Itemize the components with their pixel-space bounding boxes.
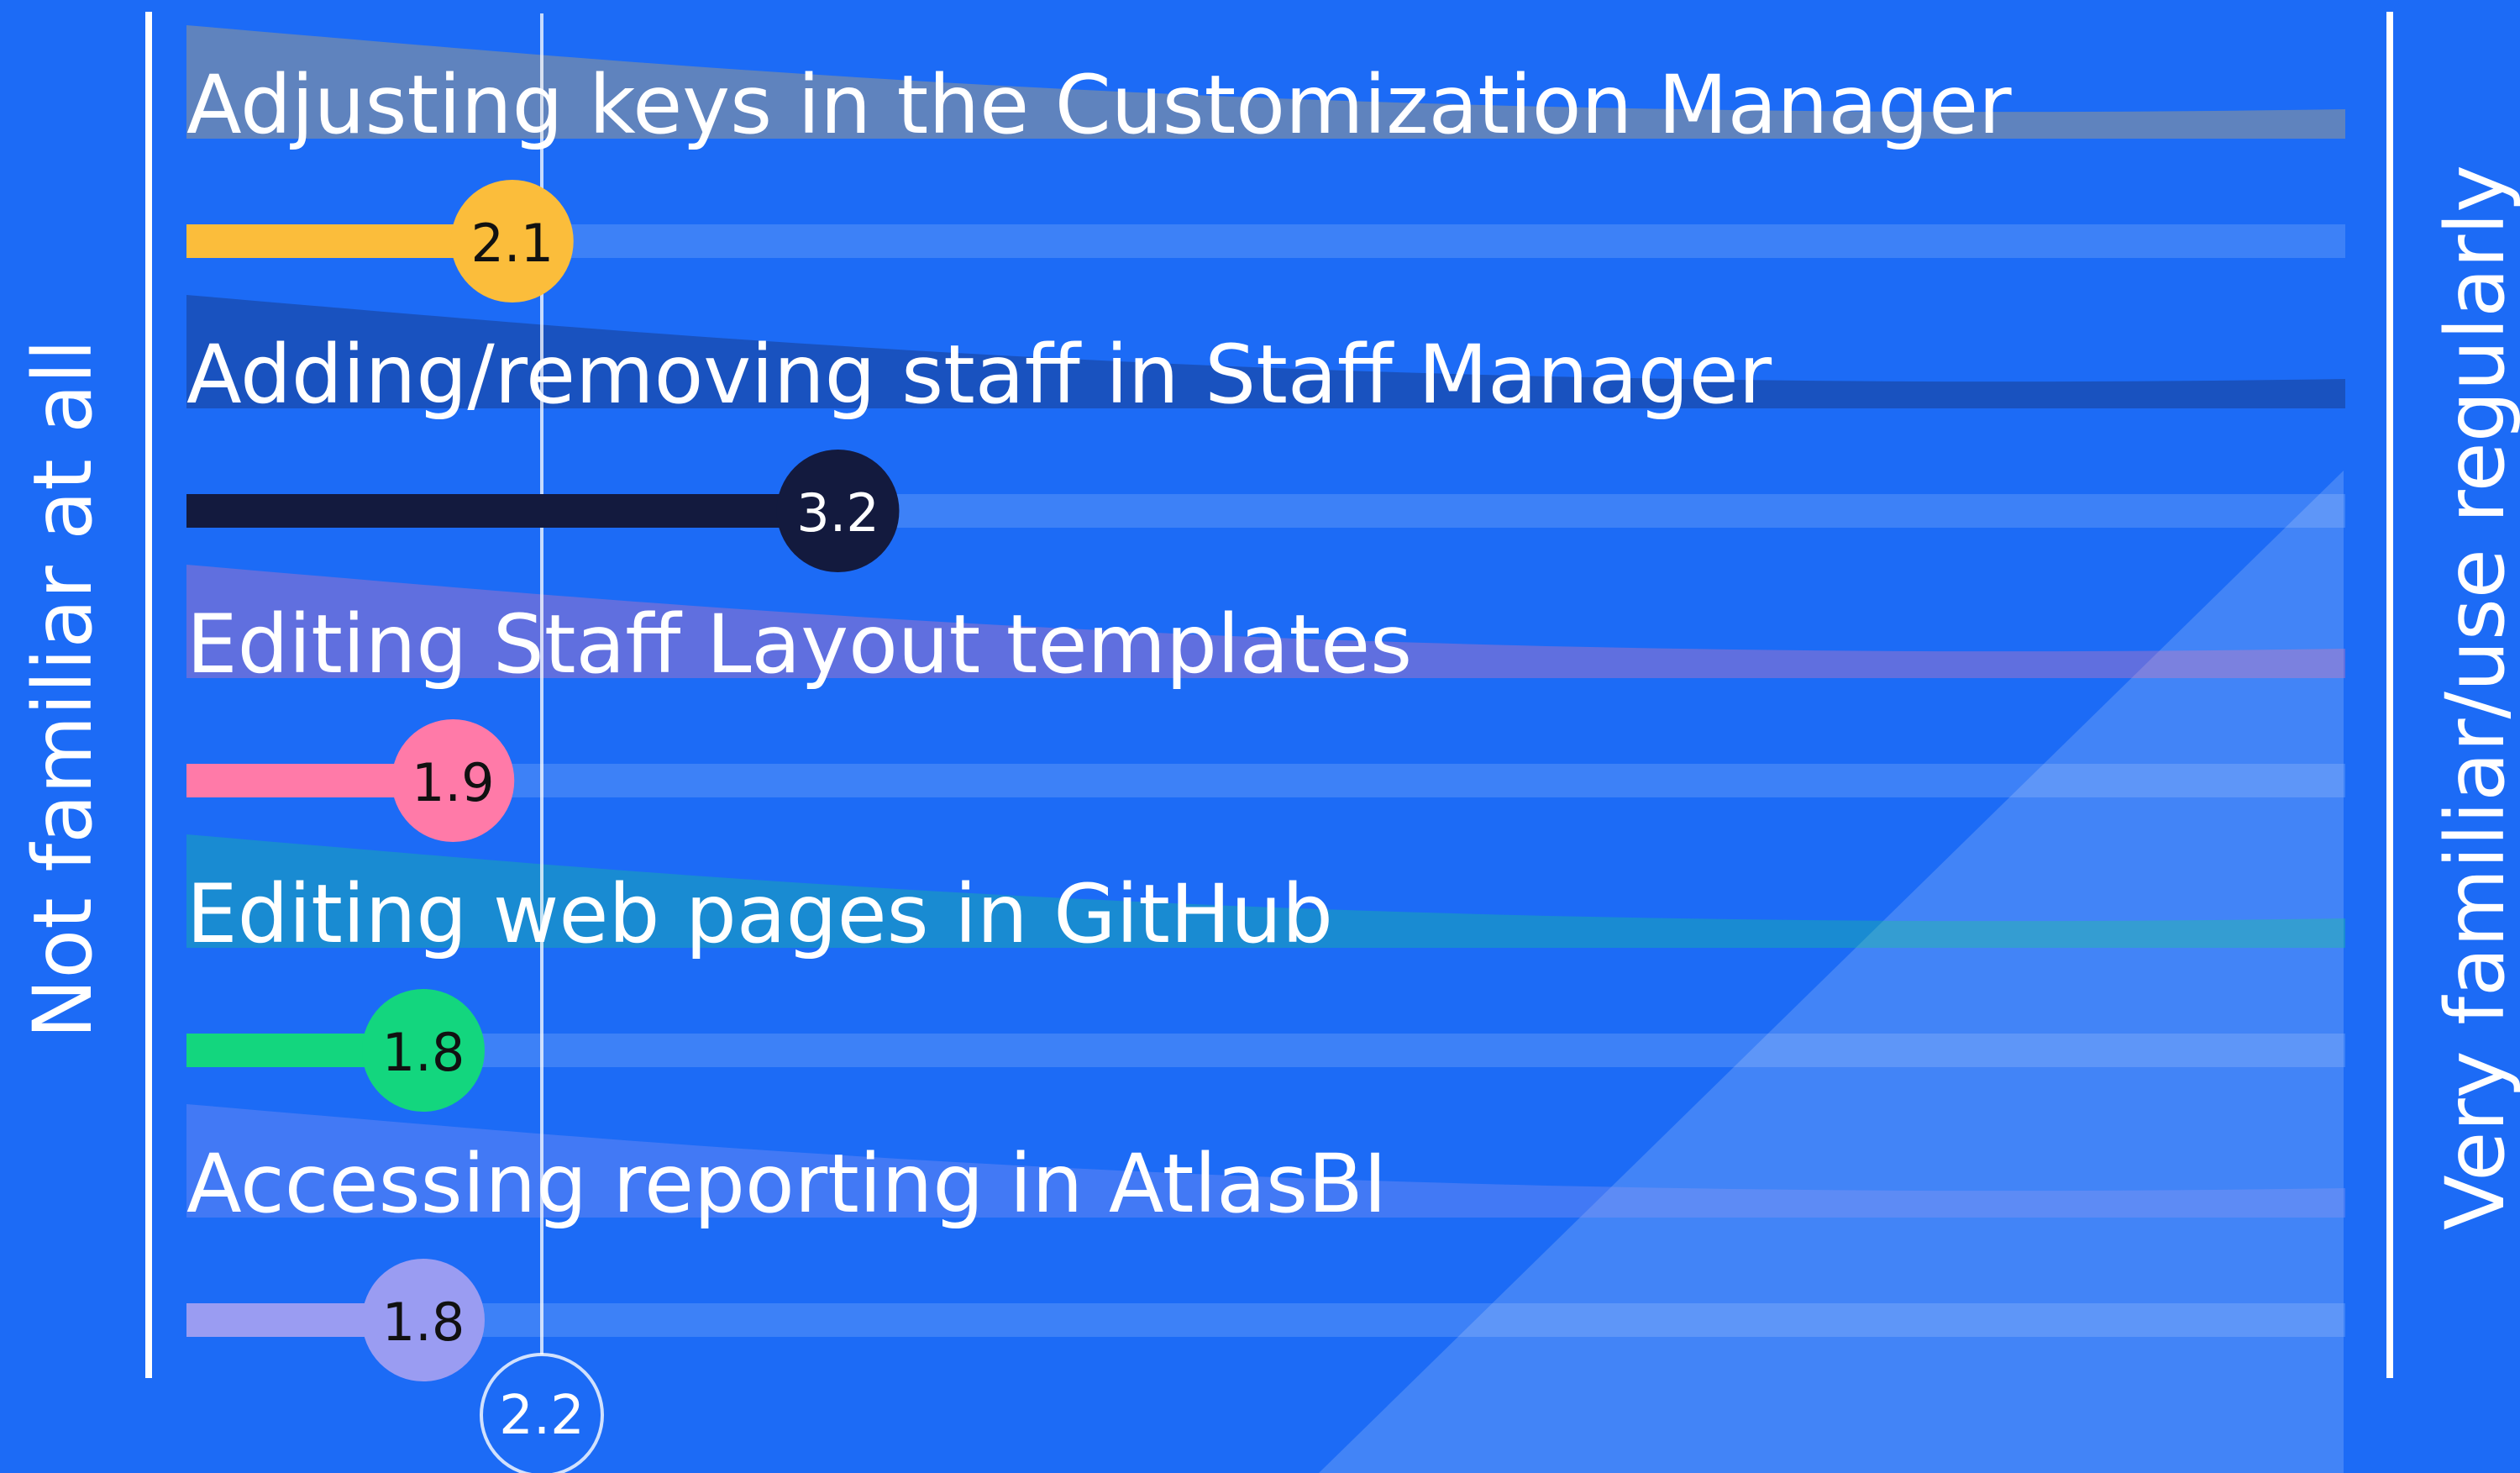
bar	[186, 494, 838, 528]
bar-track	[186, 1034, 2345, 1067]
x-min-label: Not familiar at all	[16, 339, 110, 1039]
category-label: Editing Staff Layout templates	[186, 597, 1412, 692]
familiarity-chart: 2.2 2.1 3.2 1.9 1.8 1.8 Adjusting keys in th…	[16, 12, 2520, 1473]
value-label: 3.2	[796, 482, 879, 544]
value-label: 2.1	[470, 213, 554, 274]
value-label: 1.8	[382, 1022, 465, 1083]
value-label: 1.8	[382, 1292, 465, 1353]
reference-label: 2.2	[499, 1385, 585, 1447]
category-label: Editing web pages in GitHub	[186, 867, 1333, 961]
category-label: Accessing reporting in AtlasBI	[186, 1137, 1387, 1231]
category-label: Adding/removing staff in Staff Manager	[186, 328, 1772, 422]
bar-track	[186, 1303, 2345, 1337]
value-label: 1.9	[412, 752, 495, 813]
x-max-label: Very familiar/use regularly	[2428, 165, 2520, 1230]
category-label: Adjusting keys in the Customization Mana…	[186, 58, 2012, 152]
